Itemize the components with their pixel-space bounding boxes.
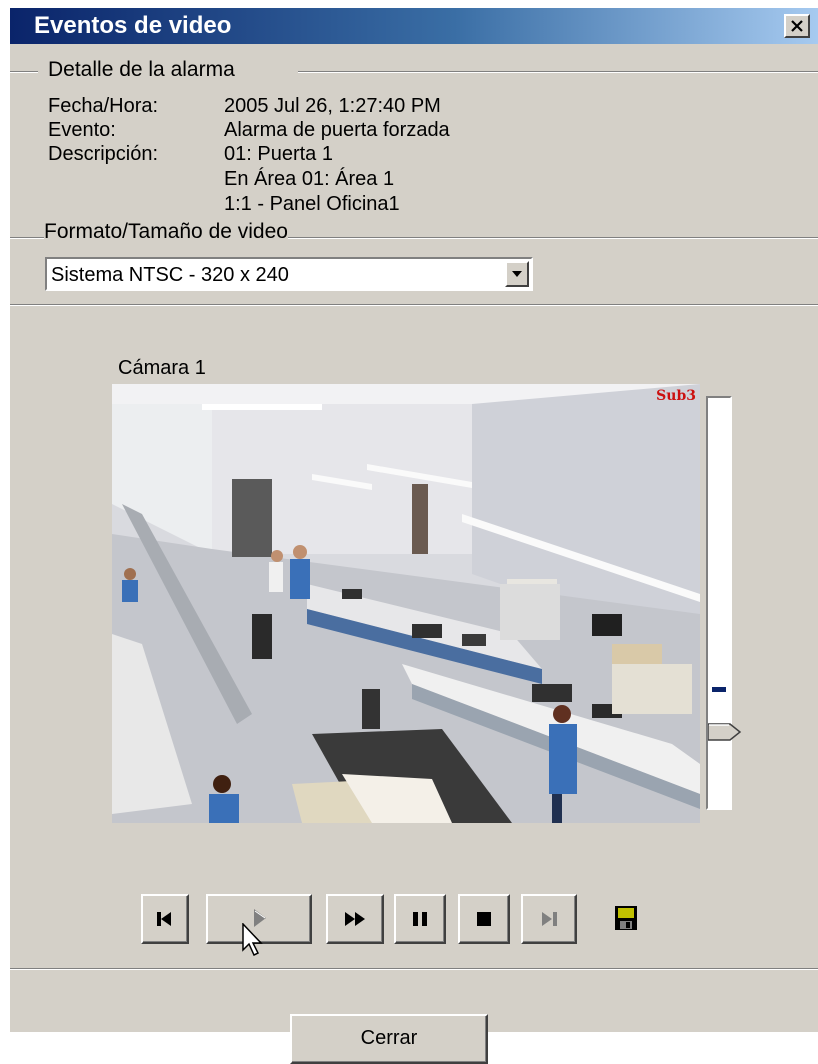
close-dialog-button[interactable]: Cerrar <box>290 1014 488 1064</box>
fast-forward-button[interactable] <box>326 894 384 944</box>
video-format-selected-value: Sistema NTSC - 320 x 240 <box>51 264 289 286</box>
mouse-cursor-icon <box>242 923 263 957</box>
chevron-down-icon <box>512 271 522 277</box>
title-bar[interactable]: Eventos de video <box>10 8 818 44</box>
skip-to-end-icon <box>542 912 557 926</box>
pause-button[interactable] <box>394 894 446 944</box>
skip-to-start-button[interactable] <box>141 894 189 944</box>
volume-slider[interactable] <box>706 396 742 810</box>
stop-button[interactable] <box>458 894 510 944</box>
section-divider <box>10 304 818 306</box>
stop-icon <box>477 912 491 926</box>
dropdown-button[interactable] <box>505 261 529 287</box>
video-format-select[interactable]: Sistema NTSC - 320 x 240 <box>45 257 533 291</box>
description-line-2: En Área 01: Área 1 <box>224 168 395 190</box>
video-frame-image <box>112 384 700 823</box>
group-divider <box>298 71 818 73</box>
skip-to-start-icon <box>157 912 171 926</box>
window-title: Eventos de video <box>34 12 232 39</box>
camera-video-feed: Sub3 <box>112 384 700 823</box>
event-label: Evento: <box>48 119 116 141</box>
event-value: Alarma de puerta forzada <box>224 119 450 141</box>
close-x-icon <box>791 20 803 32</box>
video-format-group-label: Formato/Tamaño de video <box>44 220 288 244</box>
datetime-label: Fecha/Hora: <box>48 95 159 117</box>
video-events-dialog: Eventos de video Detalle de la alarma Fe… <box>8 6 818 1064</box>
slider-level-marker <box>712 687 726 693</box>
camera-label: Cámara 1 <box>118 357 206 379</box>
osd-overlay-text: Sub3 <box>656 388 696 404</box>
datetime-value: 2005 Jul 26, 1:27:40 PM <box>224 95 441 117</box>
pause-icon <box>413 912 427 926</box>
skip-to-end-button[interactable] <box>521 894 577 944</box>
section-divider <box>10 968 818 970</box>
alarm-detail-group-label: Detalle de la alarma <box>46 58 237 82</box>
description-line-1: 01: Puerta 1 <box>224 143 333 165</box>
group-divider <box>10 71 38 73</box>
close-window-button[interactable] <box>784 14 810 38</box>
slider-thumb[interactable] <box>708 723 742 742</box>
floppy-disk-icon[interactable] <box>614 905 638 931</box>
description-label: Descripción: <box>48 143 159 165</box>
description-line-3: 1:1 - Panel Oficina1 <box>224 193 400 215</box>
fast-forward-icon <box>345 912 365 926</box>
